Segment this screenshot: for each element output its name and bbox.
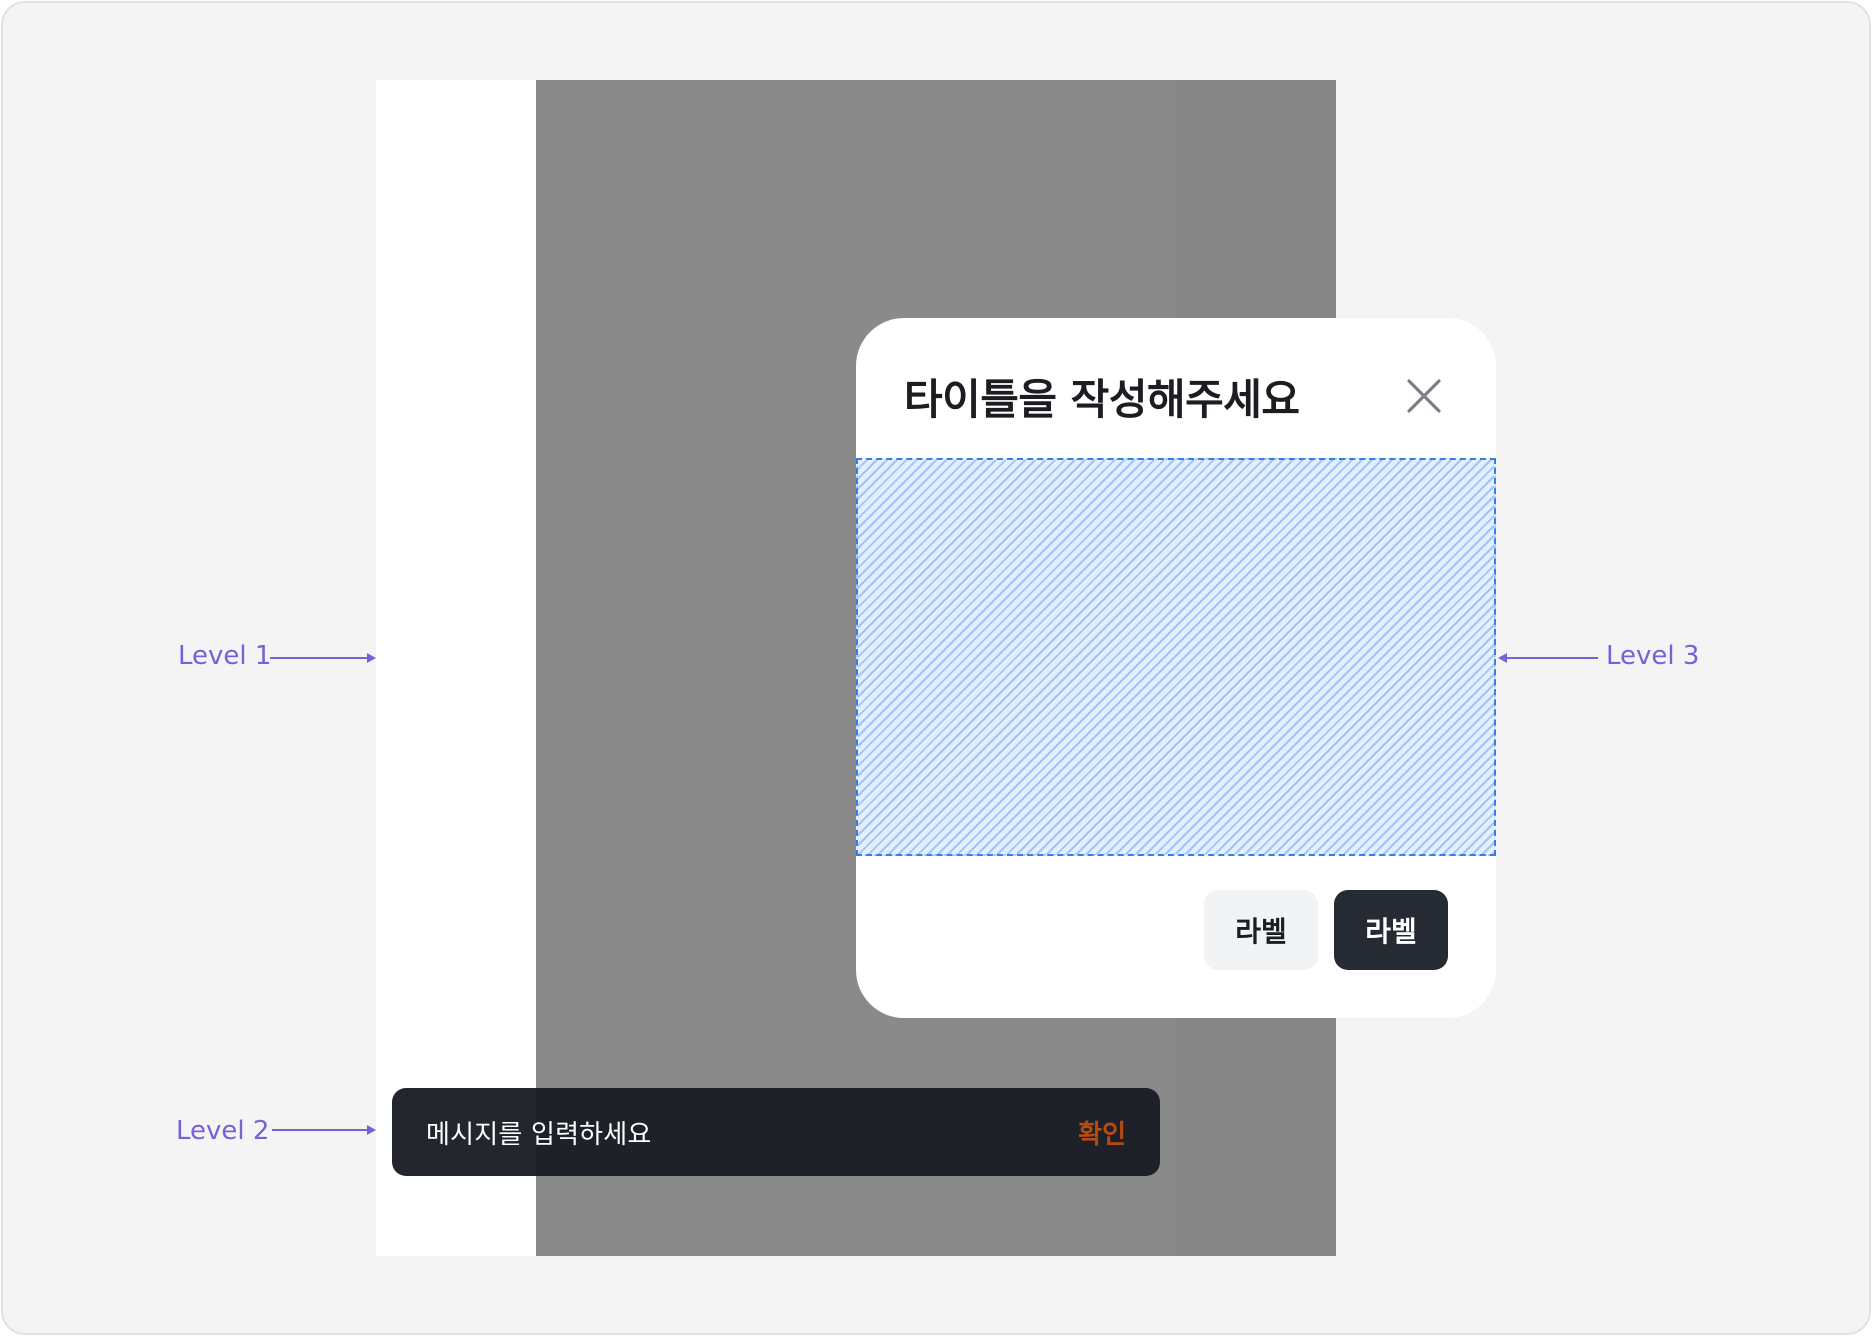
primary-button[interactable]: 라벨 <box>1334 890 1448 970</box>
level-1-label: Level 1 <box>178 641 272 671</box>
toast-message: 메시지를 입력하세요 <box>426 1119 652 1150</box>
toast: 메시지를 입력하세요 확인 <box>392 1088 1160 1176</box>
secondary-button[interactable]: 라벨 <box>1204 890 1318 970</box>
level-3-arrow <box>1498 653 1598 663</box>
dialog-title: 타이틀을 작성해주세요 <box>904 375 1300 424</box>
level-3-label: Level 3 <box>1606 641 1700 671</box>
level-2-arrow <box>272 1125 376 1135</box>
toast-confirm-button[interactable]: 확인 <box>1078 1114 1126 1151</box>
level-1-arrow <box>270 653 376 663</box>
level-2-label: Level 2 <box>176 1116 270 1146</box>
dialog: 타이틀을 작성해주세요 라벨 라벨 <box>856 318 1496 1018</box>
close-button[interactable] <box>1400 372 1448 420</box>
close-icon <box>1407 379 1441 413</box>
content-slot <box>856 458 1496 856</box>
